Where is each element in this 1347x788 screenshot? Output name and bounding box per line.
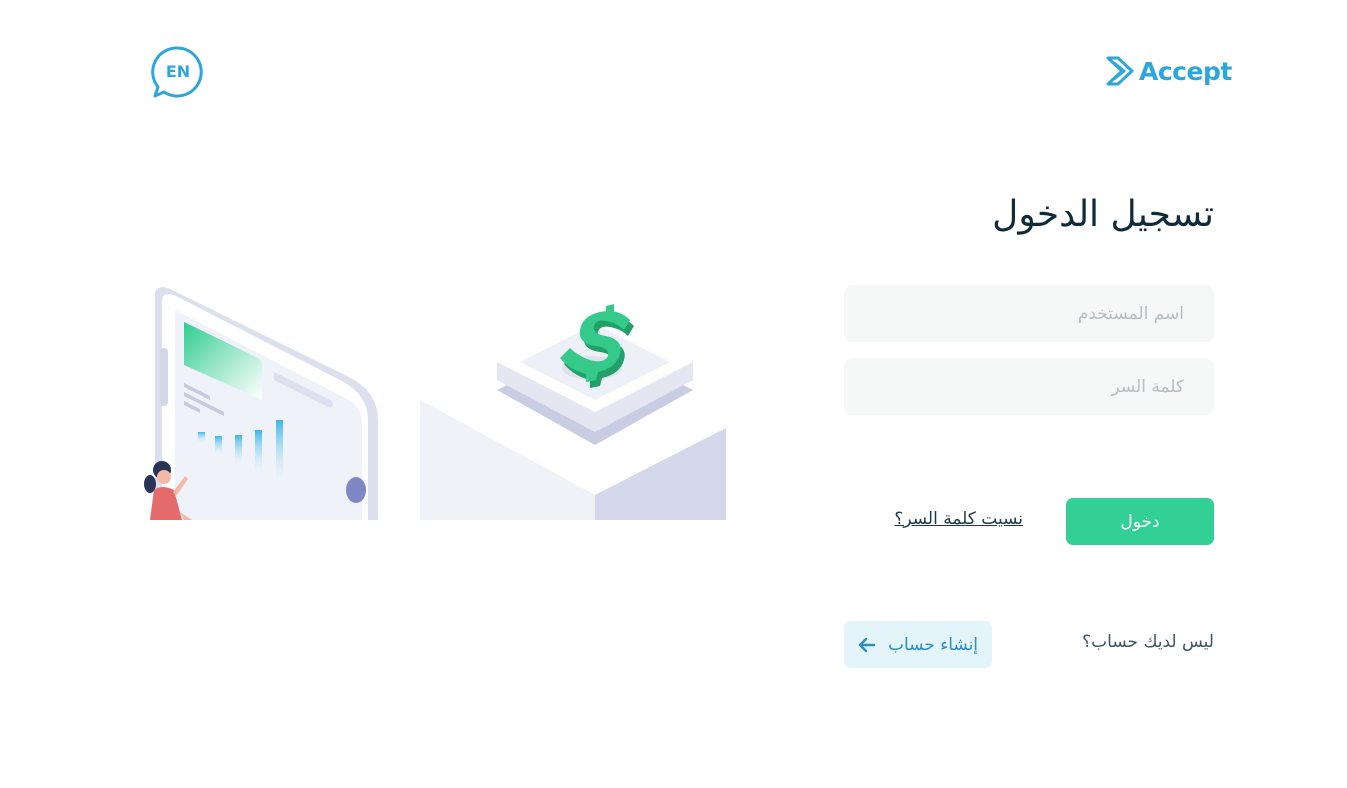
hero-illustration xyxy=(140,280,730,520)
arrow-left-icon xyxy=(858,637,876,652)
forgot-password-link[interactable]: نسيت كلمة السر؟ xyxy=(894,509,1023,529)
tablet-illustration xyxy=(155,287,378,520)
page-title: تسجيل الدخول xyxy=(992,194,1214,235)
login-button[interactable]: دخول xyxy=(1066,498,1214,545)
username-input[interactable] xyxy=(844,285,1214,342)
accept-logo-icon xyxy=(1106,56,1134,86)
language-toggle-label: EN xyxy=(165,62,191,81)
box-illustration xyxy=(420,312,726,520)
create-account-label: إنشاء حساب xyxy=(887,634,979,655)
password-input[interactable] xyxy=(844,358,1214,415)
no-account-prompt: ليس لديك حساب؟ xyxy=(1082,632,1214,652)
brand-logo[interactable]: Accept xyxy=(1105,55,1232,87)
language-toggle-button[interactable]: EN xyxy=(150,45,206,99)
brand-name: Accept xyxy=(1139,56,1232,86)
create-account-button[interactable]: إنشاء حساب xyxy=(844,621,992,668)
